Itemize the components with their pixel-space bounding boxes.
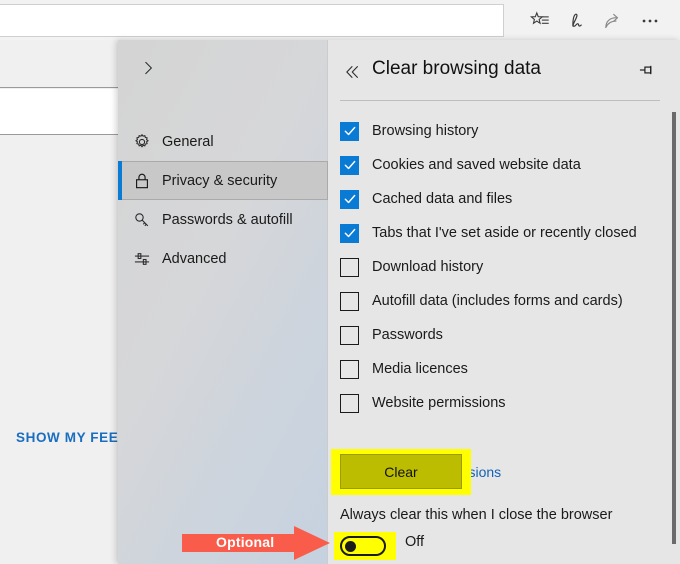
checkbox[interactable] — [340, 121, 359, 141]
checkbox-label: Autofill data (includes forms and cards) — [372, 293, 623, 309]
checkbox[interactable] — [340, 189, 359, 209]
checkbox-label: Media licences — [372, 361, 468, 377]
key-icon — [132, 208, 162, 232]
clear-browsing-data-pane: Clear browsing data Browsing history Coo… — [328, 40, 680, 564]
checkbox[interactable] — [340, 359, 359, 379]
pin-icon[interactable] — [632, 56, 662, 84]
lock-icon — [132, 169, 162, 193]
favorites-reading-list-icon[interactable] — [524, 5, 556, 37]
checkbox-row-autofill-data[interactable]: Autofill data (includes forms and cards) — [328, 284, 680, 318]
notes-pen-icon[interactable] — [561, 5, 593, 37]
sidebar-item-label: Passwords & autofill — [162, 211, 293, 228]
checkbox[interactable] — [340, 155, 359, 175]
sidebar-item-passwords-autofill[interactable]: Passwords & autofill — [118, 200, 328, 239]
settings-flyout: General Privacy & security Passwords & a… — [118, 40, 680, 564]
pane-header: Clear browsing data — [328, 40, 680, 98]
toggle-state-label: Off — [405, 534, 425, 550]
double-chevron-left-icon[interactable] — [340, 60, 364, 84]
always-clear-toggle[interactable] — [340, 536, 386, 556]
settings-nav-column: General Privacy & security Passwords & a… — [118, 40, 328, 564]
checkbox-label: Browsing history — [372, 123, 479, 139]
address-bar-input[interactable] — [0, 4, 504, 37]
checkbox-row-website-permissions[interactable]: Website permissions — [328, 386, 680, 420]
pane-scrollbar-track[interactable] — [668, 40, 680, 564]
share-icon[interactable] — [597, 5, 629, 37]
checkbox-label: Tabs that I've set aside or recently clo… — [372, 225, 637, 241]
checkbox-row-media-licences[interactable]: Media licences — [328, 352, 680, 386]
toggle-knob — [345, 541, 356, 552]
sidebar-item-general[interactable]: General — [118, 122, 328, 161]
gear-icon — [132, 130, 162, 154]
checkbox-label: Download history — [372, 259, 484, 275]
more-ellipsis-icon[interactable] — [634, 5, 666, 37]
sidebar-item-label: Privacy & security — [162, 172, 278, 189]
page-title: Clear browsing data — [372, 58, 541, 79]
checkbox-row-passwords[interactable]: Passwords — [328, 318, 680, 352]
chevron-right-icon[interactable] — [126, 48, 170, 88]
sidebar-item-advanced[interactable]: Advanced — [118, 239, 328, 278]
checkbox-label: Passwords — [372, 327, 443, 343]
header-divider — [340, 100, 660, 101]
checkbox-row-tabs-set-aside[interactable]: Tabs that I've set aside or recently clo… — [328, 216, 680, 250]
pane-scrollbar-thumb[interactable] — [672, 112, 676, 544]
checkbox-row-browsing-history[interactable]: Browsing history — [328, 114, 680, 148]
show-my-feed-link[interactable]: SHOW MY FEED — [16, 430, 129, 445]
clear-data-checkbox-list: Browsing history Cookies and saved websi… — [328, 114, 680, 420]
browser-toolbar-icons — [516, 4, 680, 37]
sidebar-item-label: General — [162, 133, 214, 150]
checkbox[interactable] — [340, 393, 359, 413]
page-card-top — [0, 40, 120, 88]
checkbox[interactable] — [340, 223, 359, 243]
checkbox-label: Cached data and files — [372, 191, 513, 207]
page-card-white-band — [0, 89, 120, 135]
sidebar-item-label: Advanced — [162, 250, 227, 267]
screenshot-root: SHOW MY FEED General Privacy & security … — [0, 0, 680, 564]
checkbox-row-download-history[interactable]: Download history — [328, 250, 680, 284]
checkbox[interactable] — [340, 291, 359, 311]
settings-nav-list: General Privacy & security Passwords & a… — [118, 122, 328, 278]
checkbox-row-cookies[interactable]: Cookies and saved website data — [328, 148, 680, 182]
checkbox-label: Website permissions — [372, 395, 506, 411]
always-clear-label: Always clear this when I close the brows… — [340, 507, 613, 523]
sidebar-item-privacy-security[interactable]: Privacy & security — [118, 161, 328, 200]
browser-toolbar — [0, 0, 680, 40]
sliders-icon — [132, 247, 162, 271]
checkbox-row-cached-data[interactable]: Cached data and files — [328, 182, 680, 216]
checkbox[interactable] — [340, 325, 359, 345]
checkbox[interactable] — [340, 257, 359, 277]
checkbox-label: Cookies and saved website data — [372, 157, 581, 173]
clear-button[interactable]: Clear — [340, 454, 462, 489]
